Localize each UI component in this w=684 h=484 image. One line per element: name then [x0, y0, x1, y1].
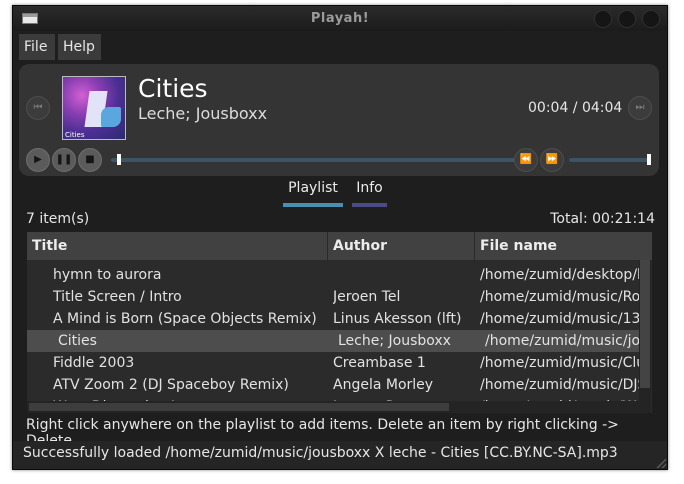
cell-author — [333, 264, 473, 286]
tab-playlist-underline — [283, 203, 343, 207]
cell-title: ATV Zoom 2 (DJ Spaceboy Remix) — [53, 377, 289, 393]
play-button[interactable]: ▶ — [26, 148, 50, 172]
seek-slider[interactable] — [111, 154, 515, 165]
pause-button[interactable]: ❚❚ — [52, 148, 76, 172]
main-window: Playah! File Help ⏮ Cities Cities Leche;… — [12, 5, 668, 470]
table-row[interactable]: Fiddle 2003 Creambase 1/home/zumid/music/… — [27, 352, 640, 374]
song-artist: Leche; Jousboxx — [138, 104, 268, 123]
tab-info[interactable]: Info — [352, 178, 387, 208]
player-panel: ⏮ Cities Cities Leche; Jousboxx 00:04 / … — [19, 64, 659, 176]
tab-playlist-label: Playlist — [288, 180, 338, 196]
horizontal-scrollbar[interactable] — [27, 401, 639, 413]
menu-file[interactable]: File — [19, 34, 55, 60]
stop-button[interactable]: ■ — [78, 148, 102, 172]
status-bar: Successfully loaded /home/zumid/music/jo… — [13, 441, 667, 469]
cell-title: Cities — [58, 333, 97, 349]
table-header: Title Author File name — [27, 232, 652, 260]
next-button[interactable]: ⏭ — [628, 96, 652, 120]
cell-author: Angela Morley — [333, 377, 434, 393]
cover-label: Cities — [65, 131, 85, 139]
cell-file: /home/zumid/music/Rob — [480, 289, 640, 305]
tab-info-underline — [352, 203, 387, 207]
cell-file: /home/zumid/music/13 M — [480, 311, 640, 327]
horizontal-scroll-thumb[interactable] — [29, 403, 449, 411]
cell-file: /home/zumid/desktop/hy — [480, 267, 640, 283]
rewind-icon: ⏪ — [519, 154, 533, 165]
cell-author: Linus Akesson (lft) — [333, 311, 462, 327]
window-title: Playah! — [310, 11, 370, 26]
item-count: 7 item(s) — [26, 211, 90, 227]
table-row[interactable]: A Mind is Born (Space Objects Remix) Linu… — [27, 308, 640, 330]
play-icon: ▶ — [34, 154, 42, 165]
volume-handle[interactable] — [647, 154, 651, 165]
table-row[interactable]: ATV Zoom 2 (DJ Spaceboy Remix) Angela Mor… — [27, 374, 640, 396]
album-cover: Cities — [62, 76, 126, 140]
cell-title: Title Screen / Intro — [53, 289, 182, 305]
skip-forward-icon: ⏭ — [635, 102, 645, 113]
rewind-button[interactable]: ⏪ — [514, 148, 538, 172]
cell-title: hymn to aurora — [53, 267, 162, 283]
cell-author: Creambase 1 — [333, 355, 426, 371]
resize-grip[interactable] — [656, 458, 666, 468]
status-message: Successfully loaded /home/zumid/music/jo… — [23, 445, 618, 461]
vertical-scroll-thumb[interactable] — [640, 260, 650, 388]
fast-forward-icon: ⏩ — [545, 154, 559, 165]
cell-file: /home/zumid/music/jou — [485, 333, 645, 349]
tab-bar: Playlist Info — [13, 178, 667, 210]
close-button[interactable] — [642, 10, 660, 28]
vertical-scrollbar[interactable] — [639, 260, 651, 413]
column-file-name[interactable]: File name — [475, 232, 652, 260]
cell-file: /home/zumid/music/Club — [480, 355, 640, 371]
column-author[interactable]: Author — [328, 232, 475, 260]
title-bar[interactable]: Playah! — [13, 6, 667, 31]
cell-file: /home/zumid/music/DJS — [480, 377, 640, 393]
table-row[interactable]: Cities Leche; Jousboxx/home/zumid/music/j… — [27, 330, 645, 352]
skip-back-icon: ⏮ — [33, 102, 43, 113]
volume-slider[interactable] — [569, 154, 651, 165]
pause-icon: ❚❚ — [55, 154, 73, 165]
total-duration: Total: 00:21:14 — [550, 211, 655, 227]
seek-handle[interactable] — [117, 154, 121, 165]
playlist-table[interactable]: Title Author File name hymn to aurora/ho… — [27, 232, 652, 413]
cell-title: A Mind is Born (Space Objects Remix) — [53, 311, 317, 327]
fast-forward-button[interactable]: ⏩ — [540, 148, 564, 172]
cell-author: Jeroen Tel — [333, 289, 401, 305]
previous-button[interactable]: ⏮ — [26, 96, 50, 120]
table-row[interactable]: Title Screen / Intro Jeroen Tel/home/zumi… — [27, 286, 640, 308]
stop-icon: ■ — [85, 154, 95, 165]
tab-info-label: Info — [356, 180, 383, 196]
table-row[interactable]: hymn to aurora/home/zumid/desktop/hy — [27, 264, 640, 286]
cell-title: Fiddle 2003 — [53, 355, 135, 371]
column-title[interactable]: Title — [27, 232, 328, 260]
tab-playlist[interactable]: Playlist — [283, 178, 343, 208]
menu-bar: File Help — [19, 34, 661, 60]
minimize-button[interactable] — [594, 10, 612, 28]
time-display: 00:04 / 04:04 — [528, 100, 623, 116]
menu-help[interactable]: Help — [58, 34, 101, 60]
maximize-button[interactable] — [618, 10, 636, 28]
song-title: Cities — [138, 74, 208, 103]
cell-author: Leche; Jousboxx — [338, 333, 451, 349]
